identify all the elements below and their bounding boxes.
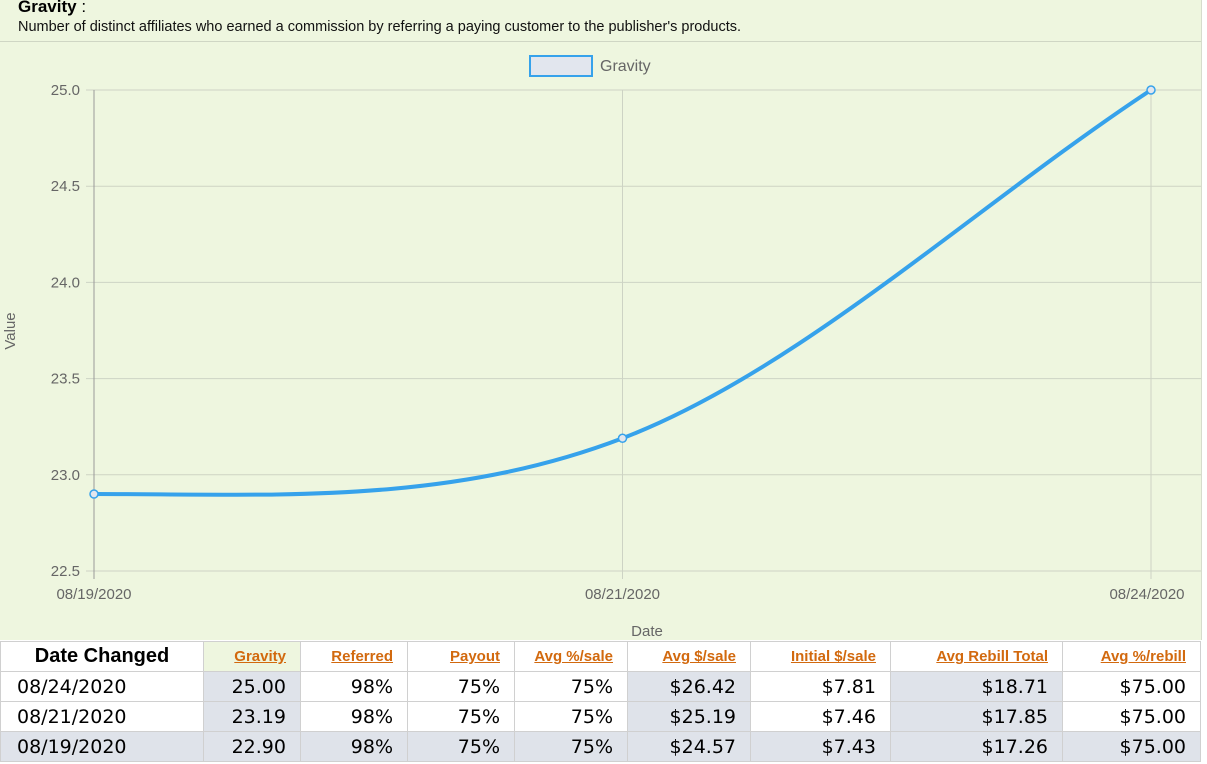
line-chart: 25.0 24.5 24.0 23.5 23.0 22.5 08/19/2020 08/21/…: [2, 55, 1201, 640]
y-tick-label: 24.0: [51, 274, 80, 291]
column-header-sort[interactable]: Gravity: [203, 641, 301, 672]
column-header-sort[interactable]: Avg %/rebill: [1062, 641, 1201, 672]
table-cell: $17.26: [890, 731, 1063, 762]
y-tick-label: 25.0: [51, 82, 80, 99]
x-axis-label: Date: [631, 623, 663, 640]
x-tick-label: 08/21/2020: [585, 586, 660, 603]
y-tick-label: 23.5: [51, 371, 80, 388]
table-cell: $75.00: [1062, 731, 1201, 762]
table-row: 08/21/2020 23.19 98% 75% 75% $25.19 $7.46 $17.8…: [0, 701, 1201, 732]
table-cell: $7.81: [750, 671, 891, 702]
sort-link[interactable]: Avg %/rebill: [1101, 648, 1186, 665]
history-table: Date Changed Gravity Referred Payout Avg %/s…: [0, 641, 1201, 762]
table-cell: 08/19/2020: [0, 731, 204, 762]
table-cell: 98%: [300, 671, 408, 702]
table-row: 08/24/2020 25.00 98% 75% 75% $26.42 $7.81 $18.7…: [0, 671, 1201, 702]
table-cell: 08/21/2020: [0, 701, 204, 732]
y-tick-label: 23.0: [51, 467, 80, 484]
table-cell: 08/24/2020: [0, 671, 204, 702]
sort-link[interactable]: Avg $/sale: [662, 648, 736, 665]
sort-link[interactable]: Initial $/sale: [791, 648, 876, 665]
sort-link[interactable]: Gravity: [234, 648, 286, 665]
table-cell: 75%: [407, 671, 515, 702]
column-header-sort[interactable]: Payout: [407, 641, 515, 672]
table-cell: 22.90: [203, 731, 301, 762]
table-cell: 98%: [300, 731, 408, 762]
table-cell: $75.00: [1062, 701, 1201, 732]
table-cell: 75%: [514, 701, 628, 732]
column-header-sort[interactable]: Avg Rebill Total: [890, 641, 1063, 672]
legend-swatch[interactable]: [529, 55, 593, 77]
table-cell: $25.19: [627, 701, 751, 732]
column-header-date-changed: Date Changed: [0, 641, 204, 672]
column-header-sort[interactable]: Referred: [300, 641, 408, 672]
table-cell: $7.46: [750, 701, 891, 732]
table-cell: $7.43: [750, 731, 891, 762]
table-cell: $24.57: [627, 731, 751, 762]
table-cell: $18.71: [890, 671, 1063, 702]
sort-link[interactable]: Referred: [331, 648, 393, 665]
table-cell: 98%: [300, 701, 408, 732]
y-tick-label: 22.5: [51, 563, 80, 580]
table-cell: 25.00: [203, 671, 301, 702]
table-row: 08/19/2020 22.90 98% 75% 75% $24.57 $7.43 $17.2…: [0, 731, 1201, 762]
data-point[interactable]: [1146, 85, 1156, 95]
table-cell: $75.00: [1062, 671, 1201, 702]
table-cell: 75%: [407, 701, 515, 732]
y-axis-label: Value: [2, 312, 19, 349]
column-header-sort[interactable]: Initial $/sale: [750, 641, 891, 672]
legend-label[interactable]: Gravity: [600, 58, 651, 75]
sort-link[interactable]: Avg %/sale: [534, 648, 613, 665]
table-cell: 75%: [514, 731, 628, 762]
table-cell: 23.19: [203, 701, 301, 732]
x-tick-label: 08/19/2020: [56, 586, 131, 603]
table-cell: 75%: [407, 731, 515, 762]
chart-panel: Gravity : Number of distinct affiliates …: [0, 0, 1202, 640]
table-cell: $26.42: [627, 671, 751, 702]
data-point[interactable]: [89, 489, 99, 499]
column-header-sort[interactable]: Avg $/sale: [627, 641, 751, 672]
sort-link[interactable]: Avg Rebill Total: [936, 648, 1048, 665]
y-tick-label: 24.5: [51, 178, 80, 195]
table-cell: 75%: [514, 671, 628, 702]
table-cell: $17.85: [890, 701, 1063, 732]
data-point[interactable]: [617, 433, 628, 443]
sort-link[interactable]: Payout: [450, 648, 500, 665]
x-tick-label: 08/24/2020: [1109, 586, 1184, 603]
column-header-sort[interactable]: Avg %/sale: [514, 641, 628, 672]
